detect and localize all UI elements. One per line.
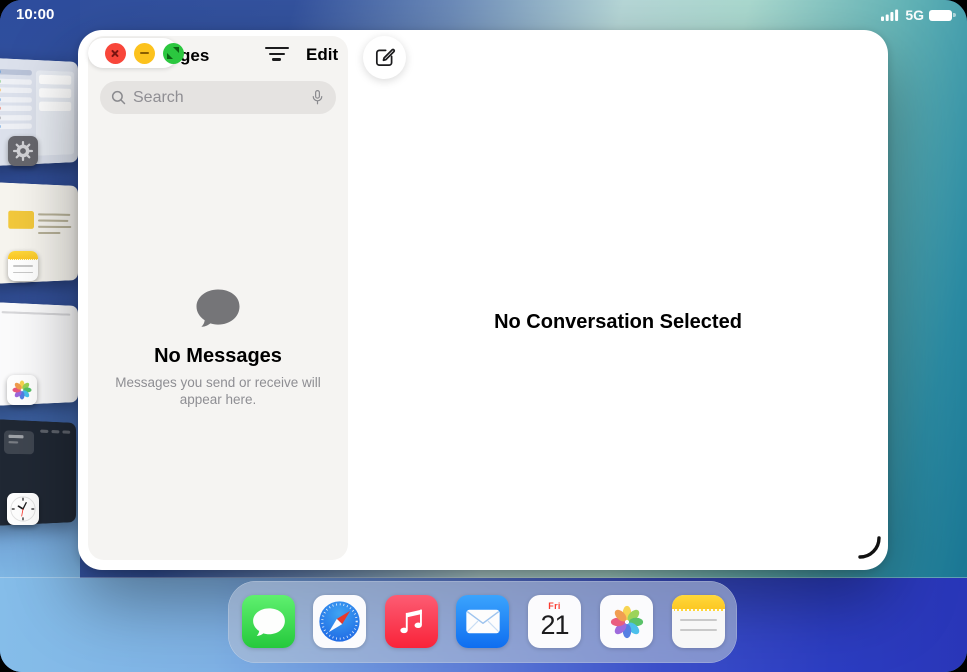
corner-arc-icon[interactable] bbox=[856, 534, 882, 560]
dock-icon-notes[interactable] bbox=[672, 595, 725, 648]
speech-bubble-icon bbox=[195, 288, 241, 328]
safari-compass-icon bbox=[316, 598, 363, 645]
clock-icon bbox=[7, 493, 39, 525]
search-placeholder: Search bbox=[133, 89, 303, 107]
battery-icon bbox=[929, 10, 952, 21]
minimize-button[interactable] bbox=[134, 43, 155, 64]
magnifier-icon bbox=[111, 90, 126, 105]
search-input[interactable]: Search bbox=[100, 81, 336, 114]
no-conversation-title: No Conversation Selected bbox=[348, 311, 888, 334]
messages-window: ges Edit Search bbox=[78, 30, 888, 570]
signal-bars-icon bbox=[881, 9, 900, 21]
dock-icon-safari[interactable] bbox=[313, 595, 366, 648]
music-note-icon bbox=[396, 606, 428, 638]
square-and-pencil-icon bbox=[373, 46, 396, 69]
status-time: 10:00 bbox=[16, 6, 54, 23]
close-button[interactable] bbox=[105, 43, 126, 64]
dock-icon-music[interactable] bbox=[385, 595, 438, 648]
compose-button[interactable] bbox=[363, 36, 406, 79]
dock-icon-messages[interactable] bbox=[242, 595, 295, 648]
traffic-light-pill bbox=[88, 38, 178, 68]
edit-button[interactable]: Edit bbox=[306, 45, 338, 65]
empty-state-title: No Messages bbox=[100, 345, 336, 368]
gear-icon bbox=[8, 136, 38, 166]
mail-envelope-icon bbox=[465, 608, 501, 635]
messages-bubble-icon bbox=[252, 607, 286, 637]
dock: Fri 21 bbox=[228, 581, 737, 663]
network-label: 5G bbox=[905, 7, 924, 23]
ipad-screen: 10:00 5G bbox=[0, 0, 967, 672]
zoom-button[interactable] bbox=[163, 43, 184, 64]
window-title-partial: ges bbox=[180, 46, 209, 66]
status-right-cluster: 5G bbox=[881, 7, 955, 23]
dock-icon-photos[interactable] bbox=[600, 595, 653, 648]
filter-lines-icon[interactable] bbox=[264, 47, 289, 61]
calendar-day: 21 bbox=[528, 610, 581, 641]
photos-flower-icon bbox=[605, 600, 649, 644]
dock-icon-calendar[interactable]: Fri 21 bbox=[528, 595, 581, 648]
mic-icon[interactable] bbox=[310, 89, 325, 106]
photos-flower-icon bbox=[7, 375, 37, 405]
dock-icon-mail[interactable] bbox=[456, 595, 509, 648]
no-messages-empty-state: No Messages Messages you send or receive… bbox=[100, 288, 336, 408]
notes-icon bbox=[8, 251, 38, 281]
empty-state-subtitle: Messages you send or receive will appear… bbox=[114, 374, 322, 408]
